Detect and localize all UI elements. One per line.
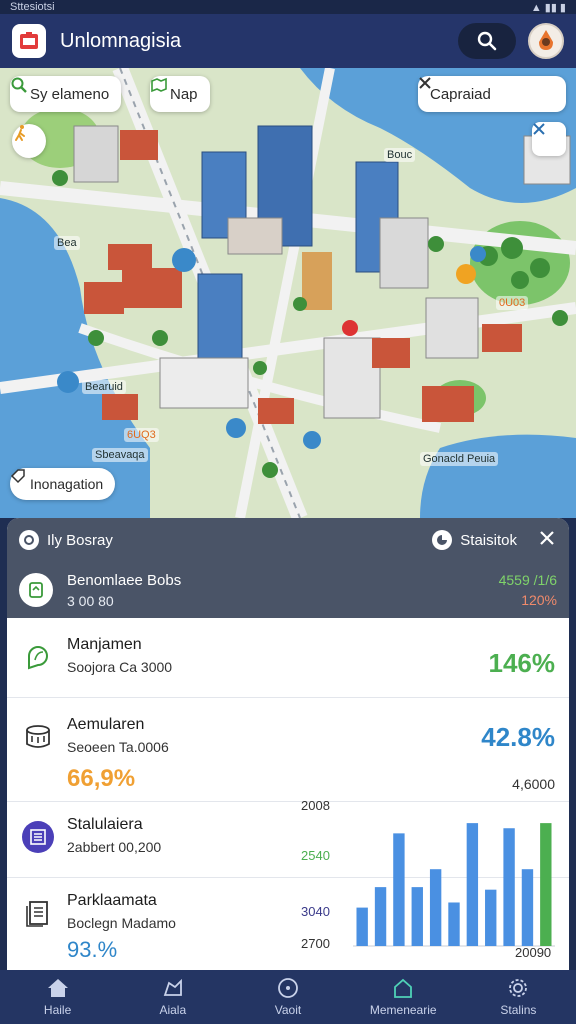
search-icon	[477, 31, 497, 51]
walking-mode-button[interactable]	[12, 124, 46, 158]
app-bar: Unlomnagisia	[0, 14, 576, 68]
map-label: Gonacld Peuia	[420, 452, 499, 466]
compass-icon	[278, 978, 298, 998]
info-icon	[19, 530, 39, 550]
info-chip[interactable]: Inonagation	[10, 468, 116, 500]
chart-bar	[374, 887, 387, 946]
list-item[interactable]: Aemularen Seoeen Ta.0006 66,9% 42.8% 4,6…	[7, 698, 569, 802]
hero-value-secondary: 120%	[521, 592, 557, 608]
bottom-nav: Haile Aiala Vaoit Memenearie Stalins	[0, 970, 576, 1024]
avatar[interactable]	[528, 23, 564, 59]
nav-label: Haile	[43, 1003, 72, 1017]
nav-label: Memenearie	[369, 1003, 437, 1017]
panel-header: Ily Bosray Staisitok Benomlaee Bobs 3 00…	[7, 518, 569, 618]
hero-subtitle: 3 00 80	[67, 592, 114, 609]
nav-item-map[interactable]: Aiala	[115, 970, 230, 1024]
chart-bar	[540, 823, 552, 946]
info-chip-label: Inonagation	[30, 476, 104, 492]
list-icon	[21, 820, 55, 854]
hero-row[interactable]: Benomlaee Bobs 3 00 80 4559 /1/6 120%	[7, 562, 569, 618]
map-label: Bea	[54, 236, 80, 250]
nav-label: Vaoit	[274, 1003, 302, 1017]
stats-icon	[432, 530, 453, 550]
row-subtitle: Soojora Ca 3000	[67, 659, 173, 675]
search-button[interactable]	[458, 23, 516, 59]
statistics-tab[interactable]: Staisitok	[432, 530, 517, 550]
database-icon	[21, 720, 55, 754]
chip-search-label: Sy elameno	[30, 85, 110, 103]
map-search-box[interactable]: Capraiad	[418, 76, 566, 112]
chart-bar	[393, 833, 405, 946]
chart-bar	[411, 887, 423, 946]
hero-value-primary: 4559 /1/6	[498, 572, 557, 588]
chip-search-nearby[interactable]: Sy elameno	[10, 76, 122, 112]
app-logo-icon	[12, 24, 46, 58]
row-subtitle: Seoeen Ta.0006	[67, 739, 169, 755]
nav-item-visit[interactable]: Vaoit	[230, 970, 345, 1024]
chart-bar	[429, 869, 442, 946]
nav-label: Aiala	[159, 1003, 187, 1017]
row-title: Stalulaiera	[67, 816, 143, 833]
panel-title: Ily Bosray	[47, 531, 113, 549]
bar-chart: 2008 2540 3040 2700 20090	[297, 798, 563, 960]
map-label: Sbeavaqa	[92, 448, 148, 462]
chart-bar	[521, 869, 534, 946]
chart-bar	[503, 828, 515, 946]
status-text: Sttesiotsi	[10, 1, 55, 13]
info-panel: Ily Bosray Staisitok Benomlaee Bobs 3 00…	[7, 518, 569, 970]
chip-map-label: Nap	[170, 85, 198, 103]
map-view[interactable]: Sy elameno Nap Capraiad Bea Bearuid Sbea…	[0, 68, 576, 518]
close-icon[interactable]	[539, 530, 555, 550]
map-search-text: Capraiad	[430, 85, 491, 103]
y-tick-label: 2008	[301, 798, 330, 813]
share-icon	[394, 978, 413, 998]
map-icon	[163, 978, 182, 996]
row-value: 42.8%	[481, 722, 555, 752]
report-icon	[21, 896, 55, 930]
document-icon	[19, 573, 53, 607]
row-title: Aemularen	[67, 716, 145, 733]
map-expand-button[interactable]	[532, 122, 566, 156]
map-label: Bearuid	[82, 380, 126, 394]
nav-label: Stalins	[500, 1003, 537, 1017]
map-label: 0U03	[496, 296, 529, 310]
walk-icon	[15, 125, 25, 141]
hero-title: Benomlaee Bobs	[67, 571, 182, 589]
row-subtitle: Boclegn Madamo	[67, 915, 176, 931]
chart-bar	[448, 902, 460, 946]
y-tick-label: 2700	[301, 936, 330, 951]
list-item[interactable]: Manjamen Soojora Ca 3000 146%	[7, 618, 569, 698]
row-extra-value: 93.%	[67, 937, 118, 962]
map-illustration	[0, 68, 576, 518]
status-bar: Sttesiotsi ▲ ▮▮ ▮	[0, 0, 576, 14]
chart-bar	[485, 889, 497, 946]
statistics-label: Staisitok	[460, 531, 517, 549]
map-label: 6UQ3	[124, 428, 159, 442]
status-icons: ▲ ▮▮ ▮	[530, 1, 566, 14]
nav-item-share[interactable]: Memenearie	[346, 970, 461, 1024]
chip-map[interactable]: Nap	[150, 76, 210, 112]
row-subtitle: 2abbert 00,200	[67, 839, 162, 855]
home-icon	[47, 979, 68, 997]
chart-bar	[356, 907, 368, 946]
map-label: Bouc	[384, 148, 416, 162]
chart-right-label: 20090	[515, 945, 551, 958]
close-icon	[533, 123, 545, 135]
nav-item-settings[interactable]: Stalins	[461, 970, 576, 1024]
settings-icon	[509, 979, 528, 997]
row-value: 146%	[488, 648, 556, 678]
row-title: Manjamen	[67, 636, 142, 653]
chart-bar	[466, 823, 479, 946]
y-tick-label: 3040	[301, 904, 330, 919]
y-tick-label: 2540	[301, 848, 330, 863]
row-title: Parklaamata	[67, 892, 157, 909]
nav-item-home[interactable]: Haile	[0, 970, 115, 1024]
leaf-icon	[21, 640, 55, 674]
row-small-value: 4,6000	[512, 776, 555, 792]
row-extra-value: 66,9%	[67, 765, 136, 792]
app-title: Unlomnagisia	[60, 29, 182, 52]
